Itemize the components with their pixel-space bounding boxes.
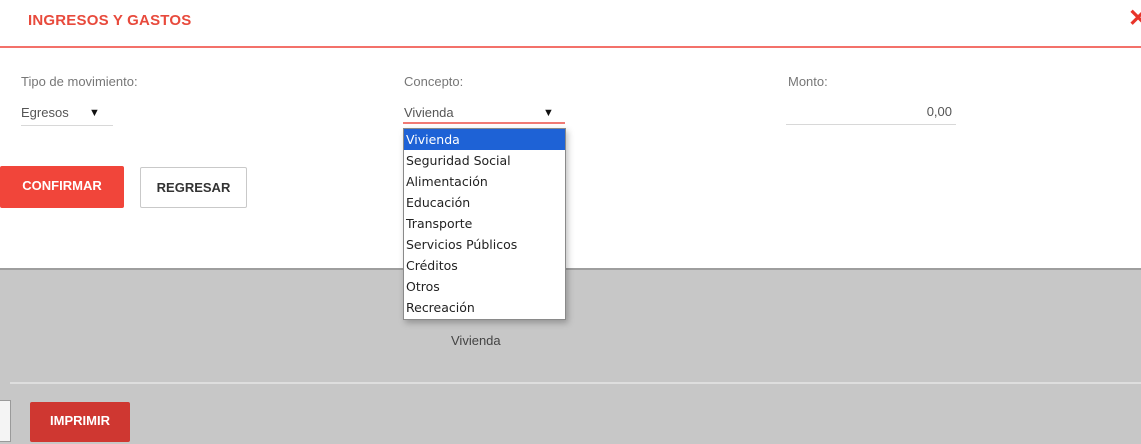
dropdown-option[interactable]: Vivienda <box>404 129 565 150</box>
chevron-down-icon: ▼ <box>543 107 554 119</box>
dropdown-option[interactable]: Seguridad Social <box>404 150 565 171</box>
divider <box>10 382 1141 384</box>
movement-type-label: Tipo de movimiento: <box>21 74 138 89</box>
movement-type-select[interactable]: Egresos ▼ <box>21 101 113 126</box>
print-button[interactable]: IMPRIMIR <box>30 402 130 442</box>
dropdown-option[interactable]: Recreación <box>404 297 565 318</box>
amount-field[interactable]: 0,00 <box>786 100 956 125</box>
dropdown-option[interactable]: Educación <box>404 192 565 213</box>
amount-label: Monto: <box>788 74 828 89</box>
dialog-header: INGRESOS Y GASTOS ✕ <box>0 0 1141 48</box>
dropdown-option[interactable]: Alimentación <box>404 171 565 192</box>
concept-value: Vivienda <box>404 105 454 120</box>
close-icon[interactable]: ✕ <box>1128 5 1141 33</box>
concept-label: Concepto: <box>404 74 464 89</box>
amount-value: 0,00 <box>926 104 952 119</box>
summary-band <box>0 268 1141 444</box>
summary-concept: Vivienda <box>451 333 501 348</box>
concept-dropdown-list[interactable]: Vivienda Seguridad Social Alimentación E… <box>403 128 566 320</box>
dropdown-option[interactable]: Otros <box>404 276 565 297</box>
back-button[interactable]: REGRESAR <box>140 167 247 208</box>
confirm-button[interactable]: CONFIRMAR <box>0 166 124 208</box>
dialog-title: INGRESOS Y GASTOS <box>28 12 192 29</box>
partial-button[interactable] <box>0 400 11 442</box>
dropdown-option[interactable]: Transporte <box>404 213 565 234</box>
chevron-down-icon: ▼ <box>89 107 100 119</box>
dropdown-option[interactable]: Servicios Públicos <box>404 234 565 255</box>
concept-focus-underline <box>403 122 565 124</box>
dropdown-option[interactable]: Créditos <box>404 255 565 276</box>
movement-type-value: Egresos <box>21 105 69 120</box>
